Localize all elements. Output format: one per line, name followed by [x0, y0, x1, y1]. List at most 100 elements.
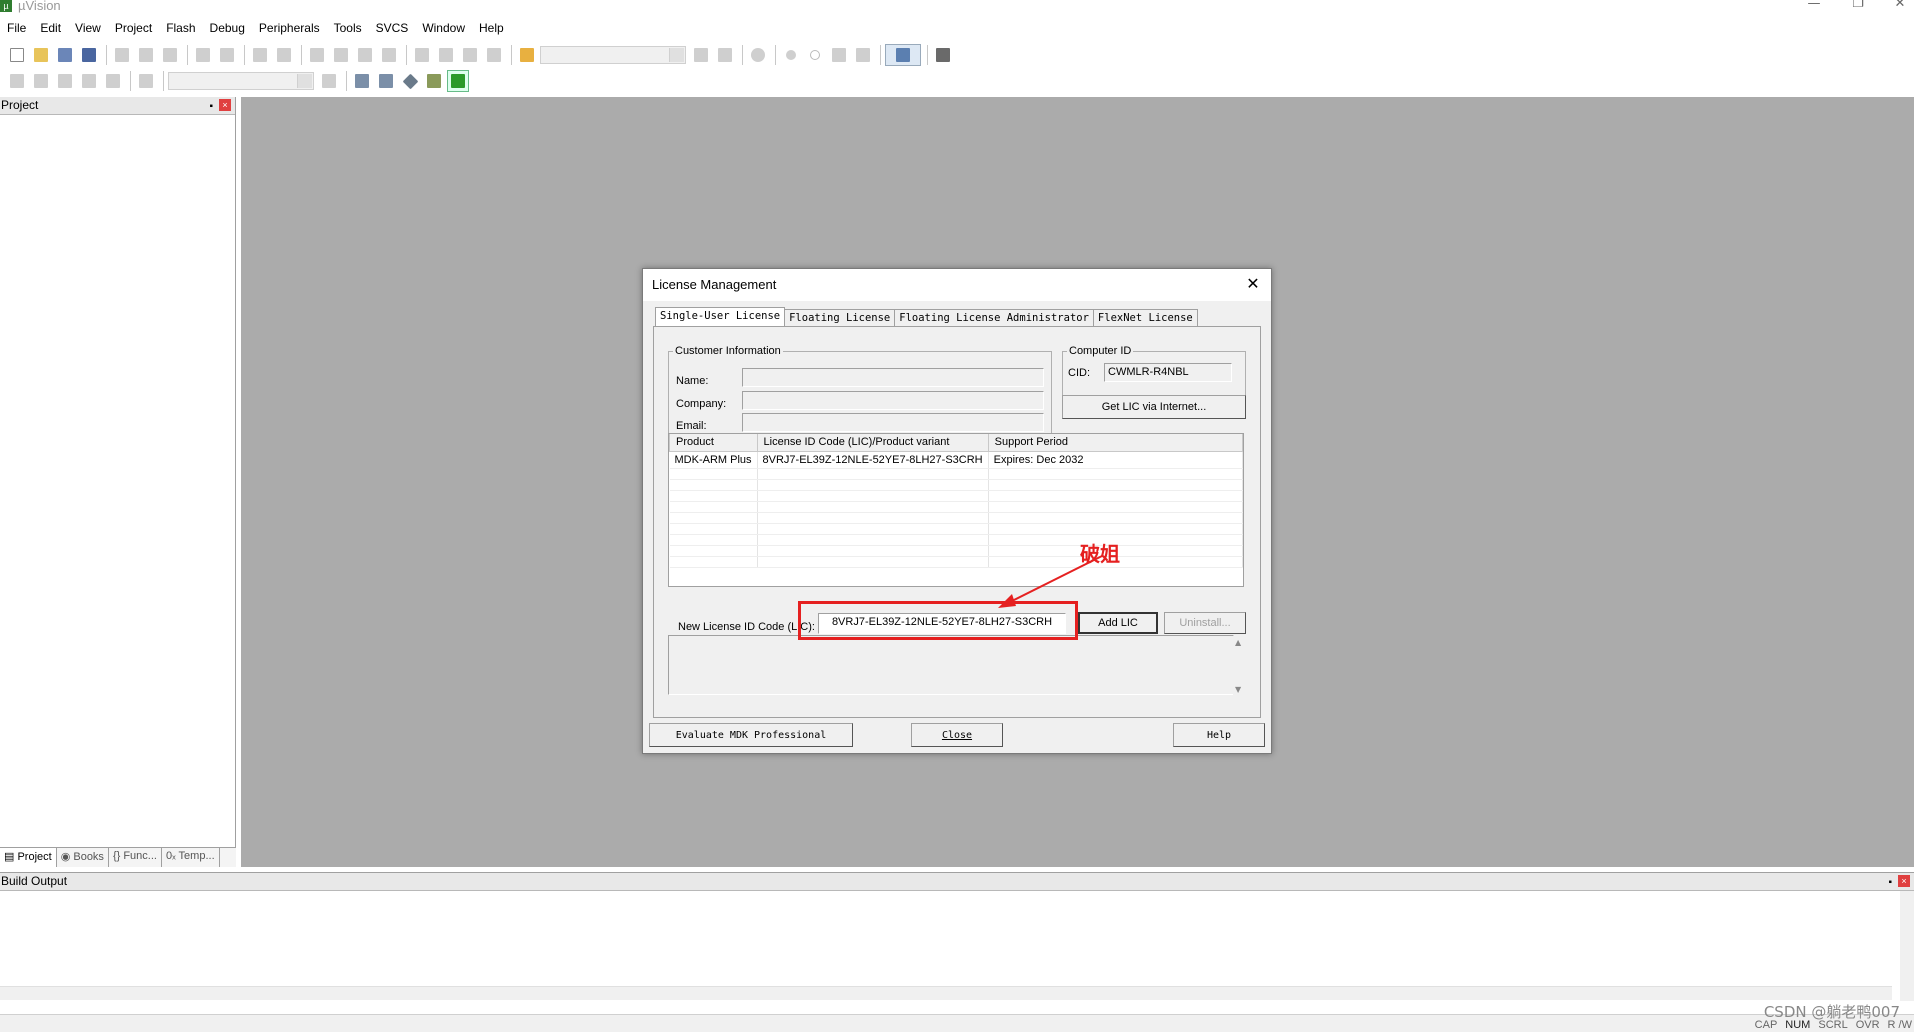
indent-icon[interactable]	[411, 44, 433, 66]
breakpoint-kill-icon[interactable]	[852, 44, 874, 66]
tab-project[interactable]: ▤ Project	[0, 848, 57, 867]
unindent-icon[interactable]	[435, 44, 457, 66]
menu-edit[interactable]: Edit	[33, 18, 68, 38]
download-icon[interactable]	[135, 70, 157, 92]
cid-field[interactable]: CWMLR-R4NBL	[1104, 363, 1232, 382]
pack-installer-icon[interactable]	[423, 70, 445, 92]
company-field[interactable]	[742, 391, 1044, 410]
tab-templates-label: 0ₓ Temp...	[165, 850, 215, 862]
pin-icon[interactable]: ▪	[1888, 874, 1892, 891]
manage-rte-icon[interactable]	[375, 70, 397, 92]
build-icon[interactable]	[30, 70, 52, 92]
build-output-hscrollbar[interactable]	[0, 986, 1892, 1000]
tab-books[interactable]: ◉ Books	[57, 848, 109, 867]
menu-svcs[interactable]: SVCS	[369, 18, 416, 38]
rebuild-icon[interactable]	[54, 70, 76, 92]
scroll-down-icon[interactable]: ▼	[1235, 685, 1241, 694]
paste-icon[interactable]	[159, 44, 181, 66]
stop-build-icon[interactable]	[102, 70, 124, 92]
tab-functions[interactable]: {} Func...	[109, 848, 162, 867]
menu-file[interactable]: File	[0, 18, 33, 38]
close-button[interactable]: Close	[911, 723, 1003, 747]
breakpoint-disable-icon[interactable]	[828, 44, 850, 66]
find-combo[interactable]	[540, 46, 686, 64]
help-button[interactable]: Help	[1173, 723, 1265, 747]
rte-icon[interactable]	[447, 70, 469, 92]
status-ovr: OVR	[1855, 1019, 1880, 1031]
menu-help[interactable]: Help	[472, 18, 511, 38]
column-header-lic[interactable]: License ID Code (LIC)/Product variant	[756, 434, 989, 452]
get-lic-via-internet-button[interactable]: Get LIC via Internet...	[1062, 395, 1246, 419]
bookmark-icon[interactable]	[306, 44, 328, 66]
license-status-output: ▲ ▼	[668, 635, 1247, 696]
incremental-find-icon[interactable]	[690, 44, 712, 66]
window-layout-icon[interactable]	[885, 44, 921, 66]
dialog-title: License Management	[652, 277, 777, 292]
new-file-icon[interactable]	[6, 44, 28, 66]
file-toolbar	[0, 42, 956, 68]
select-pack-icon[interactable]	[399, 70, 421, 92]
restore-button[interactable]: ❐	[1838, 0, 1878, 14]
file-extensions-icon[interactable]	[351, 70, 373, 92]
zoom-icon[interactable]	[747, 44, 769, 66]
save-icon[interactable]	[54, 44, 76, 66]
status-output-scrollbar[interactable]: ▲ ▼	[1233, 636, 1247, 696]
name-field[interactable]	[742, 368, 1044, 387]
menu-peripherals[interactable]: Peripherals	[252, 18, 327, 38]
pin-icon[interactable]: ▪	[209, 98, 213, 115]
configure-icon[interactable]	[932, 44, 954, 66]
dialog-close-icon[interactable]: ✕	[1241, 273, 1265, 297]
tab-templates[interactable]: 0ₓ Temp...	[162, 848, 220, 867]
build-output-title: Build Output	[1, 874, 68, 888]
undo-icon[interactable]	[192, 44, 214, 66]
single-user-license-panel: Customer Information Name: Company: Emai…	[653, 326, 1261, 718]
close-icon[interactable]: ×	[1898, 875, 1910, 887]
evaluate-mdk-professional-button[interactable]: Evaluate MDK Professional	[649, 723, 853, 747]
scroll-up-icon[interactable]: ▲	[1235, 638, 1241, 647]
breakpoint-enable-icon[interactable]	[804, 44, 826, 66]
uninstall-button[interactable]: Uninstall...	[1164, 612, 1246, 634]
batch-build-icon[interactable]	[78, 70, 100, 92]
nav-forward-icon[interactable]	[273, 44, 295, 66]
menu-flash[interactable]: Flash	[159, 18, 202, 38]
debug-session-icon[interactable]	[714, 44, 736, 66]
build-toolbar	[0, 68, 471, 94]
menu-view[interactable]: View	[68, 18, 108, 38]
tab-floating-license-administrator[interactable]: Floating License Administrator	[894, 309, 1094, 327]
column-header-support-period[interactable]: Support Period	[987, 434, 1243, 452]
bookmark-clear-icon[interactable]	[378, 44, 400, 66]
target-combo[interactable]	[168, 72, 314, 90]
translate-icon[interactable]	[6, 70, 28, 92]
tab-flexnet-license[interactable]: FlexNet License	[1092, 309, 1198, 327]
comment-icon[interactable]	[459, 44, 481, 66]
menu-tools[interactable]: Tools	[327, 18, 369, 38]
find-in-files-icon[interactable]	[516, 44, 538, 66]
column-header-product[interactable]: Product	[669, 434, 758, 452]
cut-icon[interactable]	[111, 44, 133, 66]
project-pane-tabs: ▤ Project ◉ Books {} Func... 0ₓ Temp...	[0, 847, 236, 867]
bookmark-prev-icon[interactable]	[330, 44, 352, 66]
table-row[interactable]: MDK-ARM Plus 8VRJ7-EL39Z-12NLE-52YE7-8LH…	[669, 451, 1243, 469]
close-window-button[interactable]: ✕	[1880, 0, 1914, 14]
status-bar: CSDN @躺老鸭007 CAP NUM SCRL OVR R /W	[0, 1003, 1914, 1032]
tab-floating-license[interactable]: Floating License	[784, 309, 896, 327]
tab-single-user-license[interactable]: Single-User License	[655, 307, 786, 327]
bookmark-next-icon[interactable]	[354, 44, 376, 66]
menu-window[interactable]: Window	[415, 18, 472, 38]
menu-project[interactable]: Project	[108, 18, 159, 38]
annotation-arrow	[998, 555, 1103, 608]
nav-back-icon[interactable]	[249, 44, 271, 66]
uncomment-icon[interactable]	[483, 44, 505, 66]
open-file-icon[interactable]	[30, 44, 52, 66]
build-output-vscrollbar[interactable]	[1900, 891, 1914, 1001]
minimize-button[interactable]: —	[1794, 0, 1834, 14]
redo-icon[interactable]	[216, 44, 238, 66]
close-icon[interactable]: ×	[219, 99, 231, 111]
breakpoint-insert-icon[interactable]	[780, 44, 802, 66]
target-options-icon[interactable]	[318, 70, 340, 92]
uvision-logo-icon: µ	[0, 0, 12, 12]
email-field[interactable]	[742, 413, 1044, 432]
copy-icon[interactable]	[135, 44, 157, 66]
save-all-icon[interactable]	[78, 44, 100, 66]
menu-debug[interactable]: Debug	[203, 18, 252, 38]
